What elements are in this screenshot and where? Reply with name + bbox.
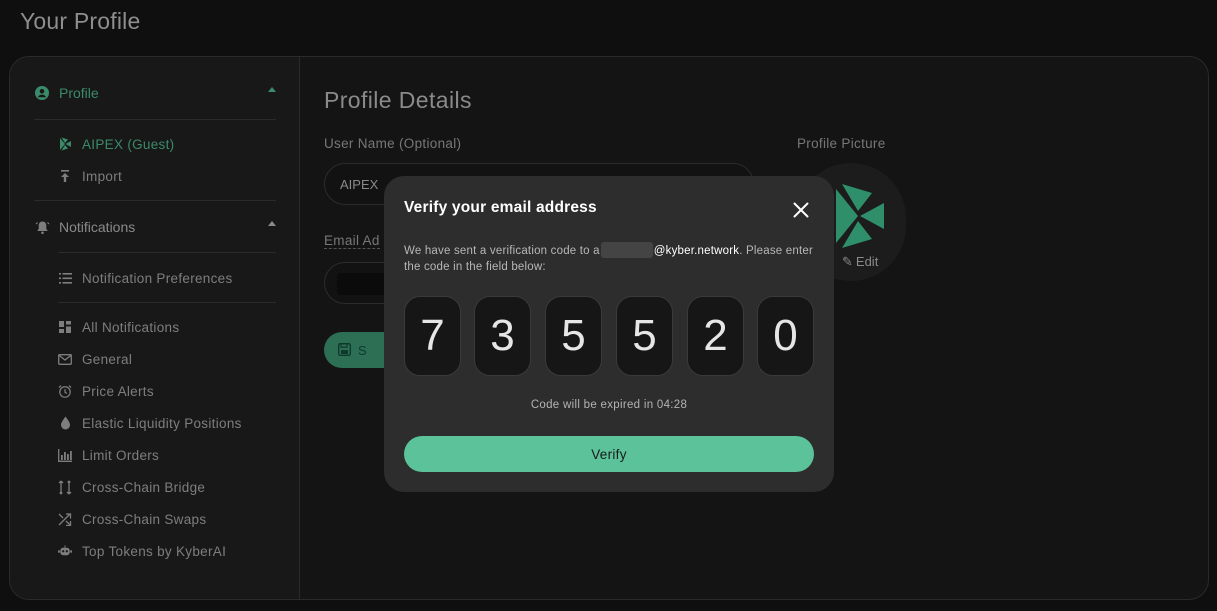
otp-digit: 5 [561, 311, 586, 360]
expiry-text: Code will be expired in 04:28 [530, 399, 688, 411]
alarm-clock-icon [58, 384, 72, 398]
otp-digit: 7 [420, 311, 445, 360]
divider [58, 252, 276, 253]
save-label: S [358, 342, 367, 358]
sidebar-item-top-tokens-by-kyberai[interactable]: Top Tokens by KyberAI [58, 541, 226, 561]
otp-digit-input[interactable]: 5 [545, 296, 602, 376]
sidebar: Profile AIPEX (Guest) Import Notificatio… [10, 57, 300, 599]
import-icon [58, 169, 72, 183]
sidebar-item-elastic-liquidity-positions[interactable]: Elastic Liquidity Positions [58, 413, 242, 433]
otp-digit: 0 [773, 311, 798, 360]
edit-label: Edit [855, 254, 879, 269]
sidebar-notifications-header[interactable]: Notifications [34, 216, 276, 238]
sidebar-item-notification-preferences[interactable]: Notification Preferences [58, 268, 233, 288]
email-label: Email Ad [324, 233, 380, 249]
kyber-logo-icon [836, 184, 884, 248]
sidebar-profile-label: Profile [59, 85, 99, 101]
verify-button[interactable]: Verify [404, 436, 814, 472]
sidebar-item-price-alerts[interactable]: Price Alerts [58, 381, 154, 401]
sidebar-item-limit-orders[interactable]: Limit Orders [58, 445, 159, 465]
otp-digit-input[interactable]: 7 [404, 296, 461, 376]
close-button[interactable] [789, 198, 813, 222]
robot-icon [58, 544, 72, 558]
otp-digit: 3 [490, 311, 515, 360]
modal-description: We have sent a verification code to a @ky… [404, 242, 818, 275]
sidebar-item-label: Cross-Chain Bridge [82, 479, 206, 495]
divider [34, 119, 276, 120]
modal-title: Verify your email address [404, 199, 597, 216]
sidebar-item-label: Elastic Liquidity Positions [82, 415, 242, 431]
verify-email-modal: Verify your email address We have sent a… [384, 176, 834, 492]
page-title: Your Profile [20, 8, 141, 34]
user-circle-icon [34, 85, 50, 101]
email-address: @kyber.network [653, 245, 740, 257]
otp-digit: 5 [632, 311, 657, 360]
shuffle-icon [58, 512, 72, 526]
sidebar-item-label: Price Alerts [82, 383, 154, 399]
sidebar-item-all-notifications[interactable]: All Notifications [58, 317, 179, 337]
redacted-email-part [600, 242, 653, 258]
edit-picture-button[interactable]: ✎ Edit [842, 254, 878, 270]
save-icon [337, 342, 352, 359]
username-label: User Name (Optional) [324, 136, 462, 151]
sidebar-profile-header[interactable]: Profile [34, 82, 276, 104]
sidebar-item-label: Cross-Chain Swaps [82, 511, 207, 527]
sidebar-item-general[interactable]: General [58, 349, 132, 369]
otp-digit-input[interactable]: 0 [757, 296, 814, 376]
username-value: AIPEX [340, 176, 379, 192]
sidebar-item-label: Limit Orders [82, 447, 160, 463]
profile-picture-label: Profile Picture [797, 136, 886, 151]
bell-icon [34, 219, 50, 235]
chevron-up-icon [268, 87, 276, 92]
sidebar-item-label: AIPEX (Guest) [82, 136, 175, 152]
bar-chart-icon [58, 448, 72, 462]
pencil-icon: ✎ [842, 254, 853, 269]
otp-digit-input[interactable]: 3 [474, 296, 531, 376]
divider [34, 200, 276, 201]
sidebar-item-label: All Notifications [82, 319, 180, 335]
chevron-up-icon [268, 221, 276, 226]
sidebar-item-import[interactable]: Import [58, 166, 122, 186]
sidebar-item-label: Top Tokens by KyberAI [82, 543, 227, 559]
grid-icon [58, 320, 72, 334]
sidebar-item-cross-chain-swaps[interactable]: Cross-Chain Swaps [58, 509, 206, 529]
otp-digit-input[interactable]: 5 [616, 296, 673, 376]
kyber-logo-icon [58, 137, 72, 151]
sidebar-item-label: General [82, 351, 133, 367]
list-icon [58, 271, 72, 285]
sidebar-item-label: Import [82, 168, 123, 184]
sidebar-item-label: Notification Preferences [82, 270, 233, 286]
description-text-before: We have sent a verification code to a [404, 245, 600, 257]
otp-digit: 2 [703, 311, 728, 360]
divider [58, 302, 276, 303]
sidebar-notifications-label: Notifications [59, 219, 136, 235]
close-icon [793, 202, 809, 218]
droplet-icon [58, 416, 72, 430]
section-title: Profile Details [324, 87, 472, 113]
bridge-icon [58, 480, 72, 494]
sidebar-item-cross-chain-bridge[interactable]: Cross-Chain Bridge [58, 477, 205, 497]
mail-icon [58, 352, 72, 366]
otp-digit-input[interactable]: 2 [687, 296, 744, 376]
sidebar-item-aipex-guest[interactable]: AIPEX (Guest) [58, 134, 174, 154]
